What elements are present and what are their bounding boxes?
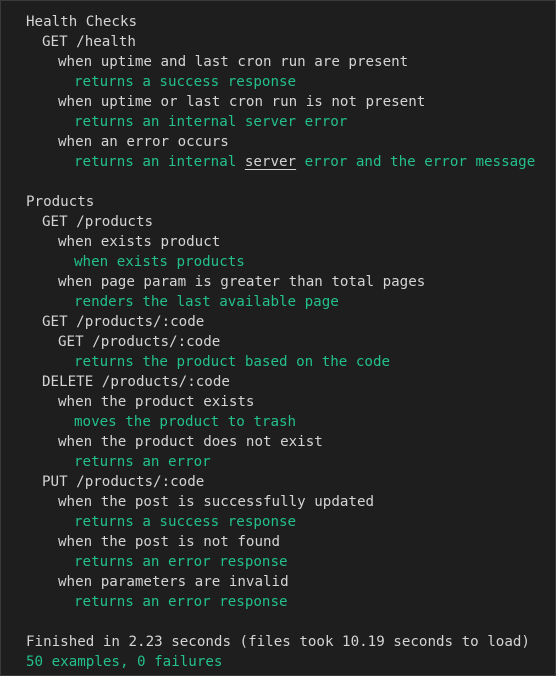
context-post-updated: when the post is successfully updated [58, 494, 375, 510]
suite-title-products: Products [26, 194, 95, 210]
context-uptime-present: when uptime and last cron run are presen… [58, 54, 409, 70]
describe-delete-products-code: DELETE /products/:code [42, 374, 230, 390]
context-exists-product: when exists product [58, 234, 221, 250]
summary-result-count: 50 examples, 0 failures [26, 654, 223, 670]
describe-get-products: GET /products [42, 214, 154, 230]
describe-get-health: GET /health [42, 34, 136, 50]
example-internal-server-error: returns an internal server error [74, 114, 348, 130]
describe-get-products-code: GET /products/:code [42, 314, 205, 330]
context-get-products-code: GET /products/:code [58, 334, 221, 350]
describe-put-products-code: PUT /products/:code [42, 474, 205, 490]
summary-finished-time: Finished in 2.23 seconds (files took 10.… [26, 634, 530, 650]
example-text-suffix: error and the error message [296, 154, 536, 170]
example-success-response: returns a success response [74, 74, 297, 90]
example-last-available-page: renders the last available page [74, 294, 339, 310]
example-product-based-on-code: returns the product based on the code [74, 354, 391, 370]
example-exists-products: when exists products [74, 254, 245, 270]
context-product-exists: when the product exists [58, 394, 255, 410]
example-error-response-not-found: returns an error response [74, 554, 288, 570]
underlined-word-link[interactable]: server [245, 154, 296, 170]
context-uptime-not-present: when uptime or last cron run is not pres… [58, 94, 426, 110]
example-error-response-invalid: returns an error response [74, 594, 288, 610]
context-error-occurs: when an error occurs [58, 134, 229, 150]
example-internal-server-error-message: returns an internal server error and the… [26, 152, 555, 172]
example-moves-to-trash: moves the product to trash [74, 414, 297, 430]
context-product-not-exist: when the product does not exist [58, 434, 323, 450]
example-success-response-put: returns a success response [74, 514, 297, 530]
suite-title-health-checks: Health Checks [26, 14, 138, 30]
context-parameters-invalid: when parameters are invalid [58, 574, 289, 590]
example-returns-error: returns an error [74, 454, 211, 470]
context-post-not-found: when the post is not found [58, 534, 281, 550]
example-text-prefix: returns an internal [74, 154, 245, 170]
context-page-param-greater: when page param is greater than total pa… [58, 274, 426, 290]
terminal-output: Health Checks GET /health when uptime an… [1, 1, 555, 672]
